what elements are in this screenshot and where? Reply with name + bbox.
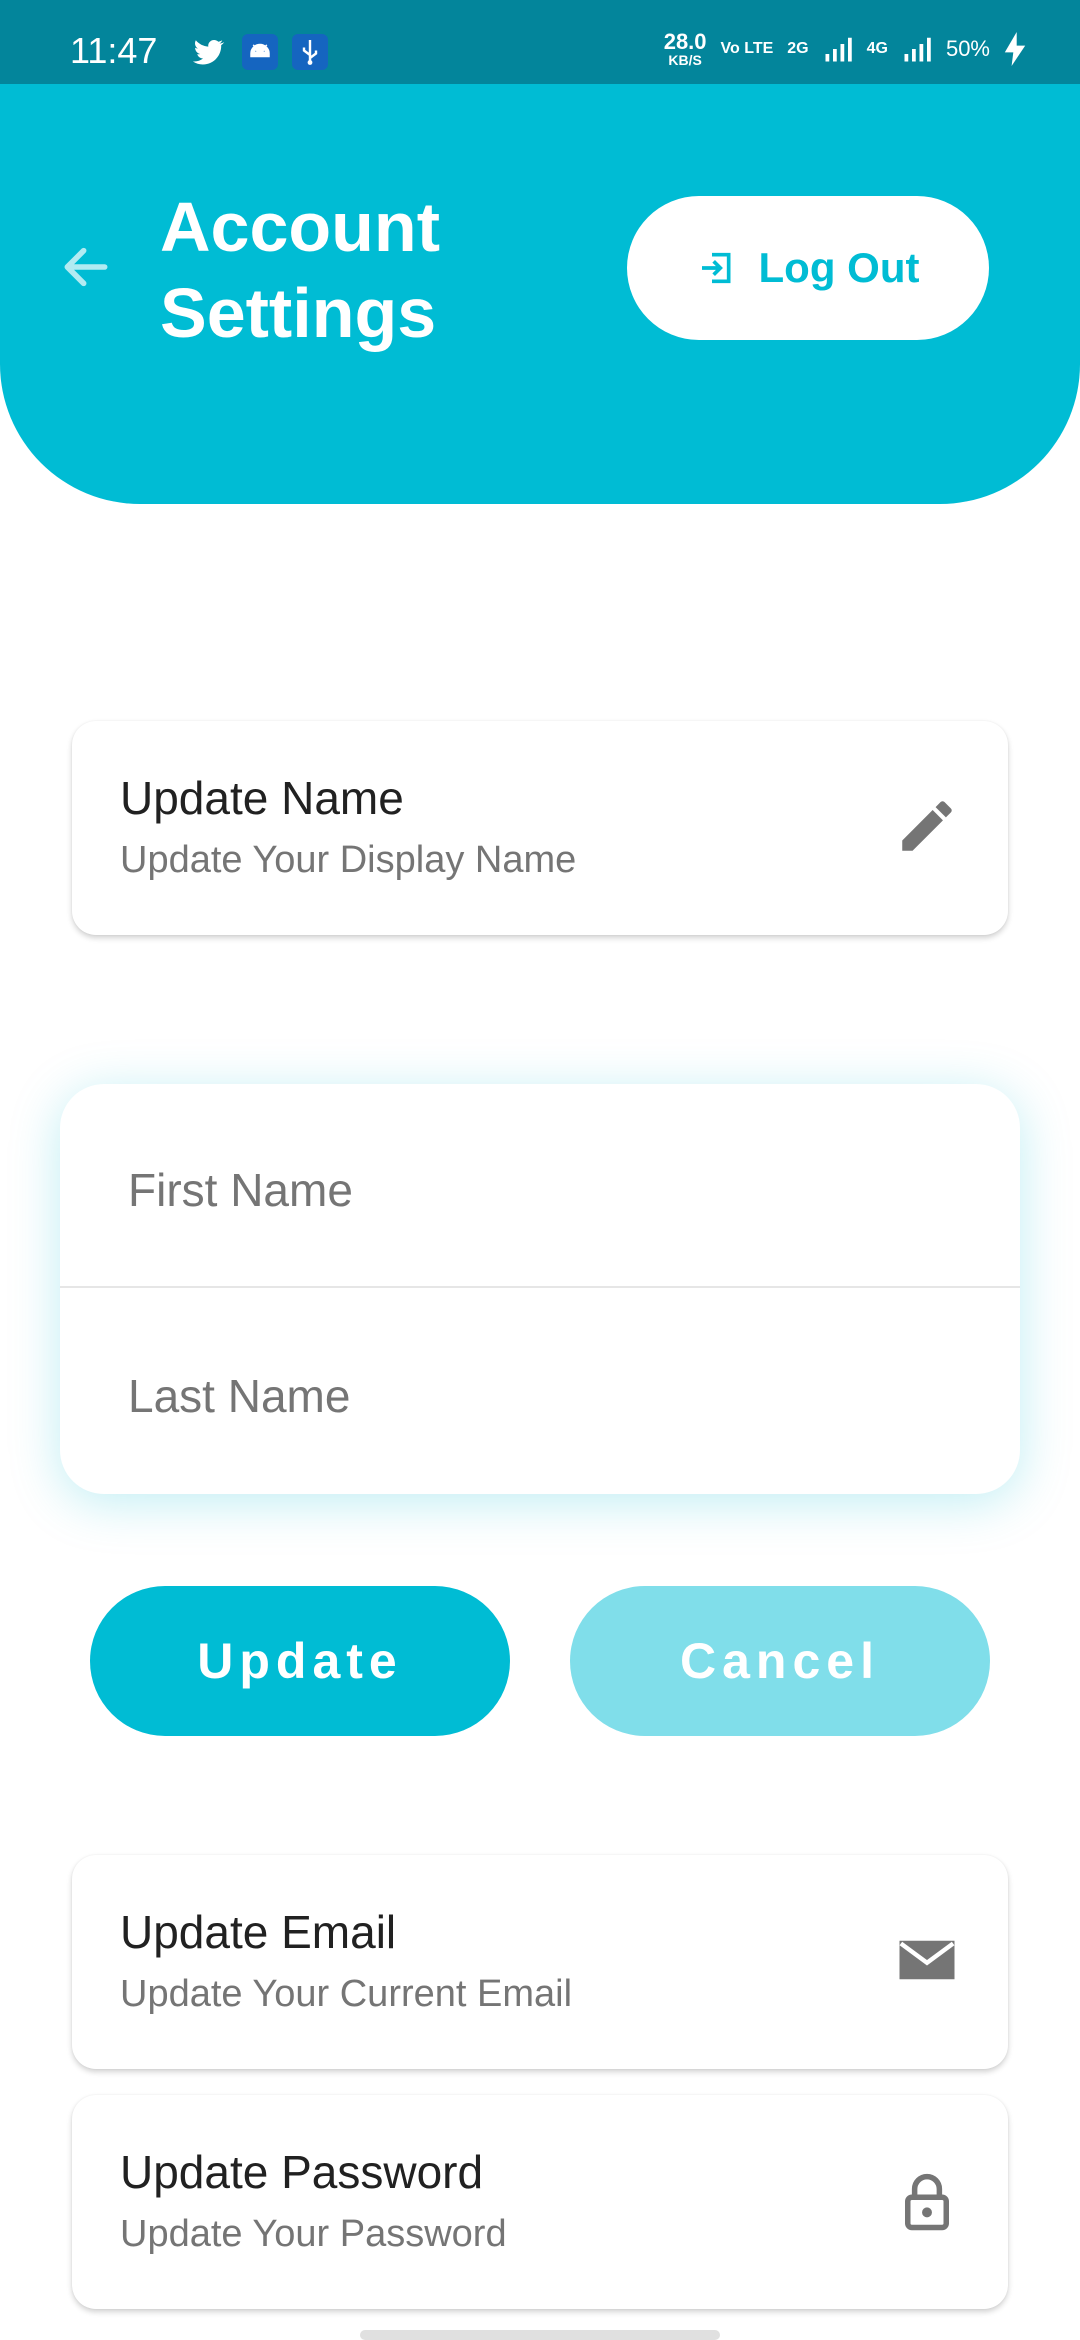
update-email-title: Update Email [120, 1906, 397, 1958]
logout-icon [701, 252, 731, 284]
update-name-subtitle: Update Your Display Name [120, 839, 577, 881]
charging-icon [1004, 32, 1026, 66]
update-email-subtitle: Update Your Current Email [120, 1973, 573, 2015]
home-indicator[interactable] [360, 2330, 720, 2340]
update-button[interactable]: Update [90, 1586, 510, 1736]
name-form [60, 1084, 1020, 1494]
form-divider [60, 1286, 1020, 1288]
pencil-icon [902, 801, 952, 851]
battery-percent: 50% [945, 36, 990, 61]
mail-icon [899, 1940, 955, 1980]
lock-icon [905, 2173, 949, 2231]
status-bar: 11:47 28.0 KB/S Vo LTE 2G 4G 50% [0, 0, 1080, 84]
network-2g-label: 2G [787, 40, 809, 57]
android-notification-icon [242, 34, 278, 70]
first-name-input[interactable] [126, 1154, 950, 1226]
last-name-input[interactable] [126, 1360, 950, 1432]
cancel-button[interactable]: Cancel [570, 1586, 990, 1736]
network-4g-label: 4G [866, 40, 888, 57]
status-time: 11:47 [70, 30, 158, 71]
first-name-row [60, 1084, 1020, 1288]
last-name-row [60, 1290, 1020, 1494]
page-title: Account Settings [160, 188, 440, 352]
speed-unit: KB/S [668, 52, 702, 68]
logout-label: Log Out [758, 244, 920, 291]
back-arrow-icon[interactable] [58, 239, 114, 295]
signal-4g-icon [904, 37, 931, 62]
speed-value: 28.0 [663, 29, 707, 54]
logout-button[interactable]: Log Out [627, 196, 989, 340]
status-right-cluster: 28.0 KB/S Vo LTE 2G 4G 50% [664, 24, 1026, 74]
header: Account Settings Log Out [0, 84, 1080, 504]
signal-icon [825, 37, 852, 62]
update-email-card[interactable]: Update Email Update Your Current Email [72, 1855, 1008, 2069]
update-password-subtitle: Update Your Password [120, 2213, 507, 2255]
usb-icon [292, 34, 328, 70]
update-name-card[interactable]: Update Name Update Your Display Name [72, 721, 1008, 935]
update-password-title: Update Password [120, 2146, 484, 2198]
network-speed: 28.0 KB/S [663, 29, 707, 68]
volte-label: Vo LTE [720, 40, 774, 57]
update-name-title: Update Name [120, 772, 404, 824]
twitter-icon [192, 39, 225, 65]
update-password-card[interactable]: Update Password Update Your Password [72, 2095, 1008, 2309]
